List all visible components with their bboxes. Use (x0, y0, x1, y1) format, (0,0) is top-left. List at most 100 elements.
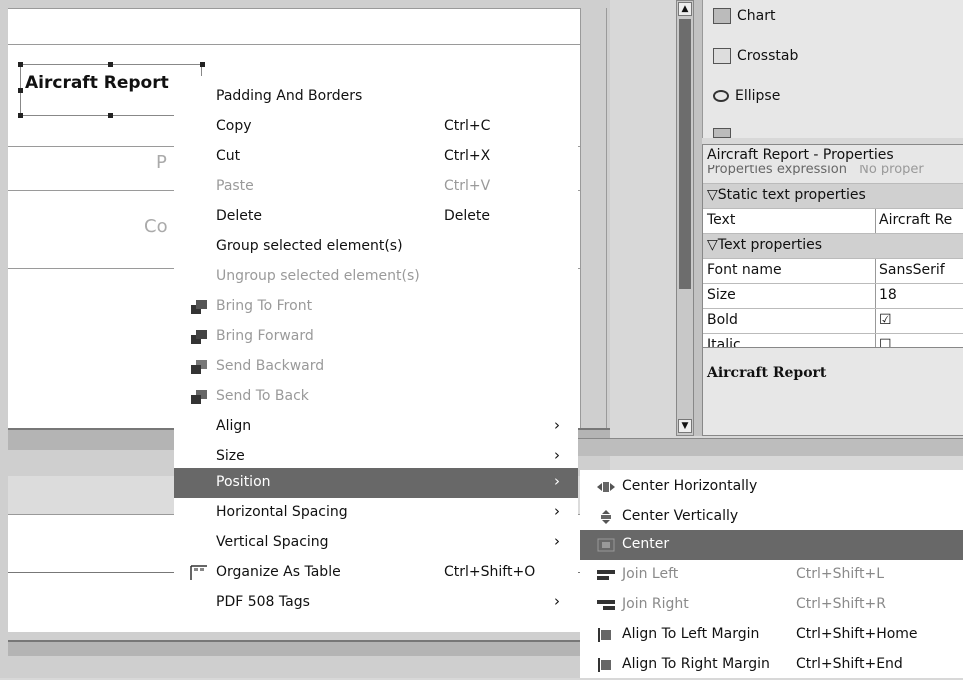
send-to-back-icon (191, 390, 207, 404)
palette-label: Ellipse (735, 88, 781, 104)
submenu-item-join-left[interactable]: Join Left Ctrl+Shift+L (580, 560, 963, 590)
palette-item-chart[interactable]: Chart (713, 4, 775, 28)
menu-item-group[interactable]: Group selected element(s) (174, 232, 578, 262)
menu-item-organize-as-table[interactable]: Organize As Table Ctrl+Shift+O (174, 558, 578, 588)
scroll-down-icon[interactable]: ▼ (678, 419, 692, 433)
submenu-arrow-icon: › (554, 416, 560, 434)
italic-checkbox[interactable]: ☐ (879, 337, 892, 347)
property-row-text[interactable]: Text Aircraft Re (703, 208, 963, 233)
band-text: P (156, 152, 167, 173)
property-key: Text (707, 212, 736, 228)
property-value[interactable]: Aircraft Re (879, 212, 952, 228)
property-value[interactable]: 18 (879, 287, 897, 303)
band-divider (8, 44, 580, 45)
submenu-arrow-icon: › (554, 592, 560, 610)
band-text: Co (144, 216, 168, 237)
panel-separator-bar[interactable] (578, 438, 963, 456)
properties-partial-row[interactable]: Properties expression No proper (707, 165, 924, 175)
band-divider (8, 8, 580, 9)
menu-item-bring-to-front[interactable]: Bring To Front (174, 292, 578, 322)
resize-handle[interactable] (108, 62, 113, 67)
section-static-text[interactable]: ▽Static text properties (703, 183, 963, 208)
property-description: Aircraft Report (707, 365, 827, 381)
bold-checkbox[interactable]: ☑ (879, 312, 892, 328)
menu-item-horizontal-spacing[interactable]: Horizontal Spacing › (174, 498, 578, 528)
property-key: Font name (707, 262, 782, 278)
organize-table-icon (190, 565, 207, 580)
menu-item-paste[interactable]: Paste Ctrl+V (174, 172, 578, 202)
property-row-italic[interactable]: Italic ☐ (703, 333, 963, 347)
submenu-item-align-right-margin[interactable]: Align To Right Margin Ctrl+Shift+End (580, 650, 963, 680)
submenu-item-join-right[interactable]: Join Right Ctrl+Shift+R (580, 590, 963, 620)
menu-item-cut[interactable]: Cut Ctrl+X (174, 142, 578, 172)
column-separator (875, 309, 876, 333)
menu-item-position[interactable]: Position › (174, 468, 578, 498)
property-row-bold[interactable]: Bold ☑ (703, 308, 963, 333)
center-vertically-icon (601, 510, 611, 524)
submenu-item-center-horizontally[interactable]: Center Horizontally (580, 472, 963, 502)
submenu-item-center-vertically[interactable]: Center Vertically (580, 502, 963, 532)
scrollbar-thumb[interactable] (679, 19, 691, 289)
menu-item-delete[interactable]: Delete Delete (174, 202, 578, 232)
column-separator (875, 334, 876, 347)
properties-title: Aircraft Report - Properties (707, 147, 894, 163)
splitter[interactable] (694, 0, 702, 436)
align-left-margin-icon (598, 628, 611, 642)
bring-forward-icon (191, 330, 207, 344)
band-area (8, 656, 610, 678)
scroll-up-icon[interactable]: ▲ (678, 2, 692, 16)
send-backward-icon (191, 360, 207, 374)
element-palette: Chart Crosstab Ellipse (702, 0, 963, 138)
property-row-font-name[interactable]: Font name SansSerif (703, 258, 963, 283)
palette-label: Crosstab (737, 48, 799, 64)
align-right-margin-icon (598, 658, 611, 672)
context-menu: Padding And Borders Copy Ctrl+C Cut Ctrl… (174, 76, 578, 626)
menu-item-align[interactable]: Align › (174, 412, 578, 442)
ellipse-icon (713, 90, 729, 102)
bring-to-front-icon (191, 300, 207, 314)
property-row-size[interactable]: Size 18 (703, 283, 963, 308)
menu-item-send-to-back[interactable]: Send To Back (174, 382, 578, 412)
static-text-content: Aircraft Report (25, 73, 169, 93)
menu-item-ungroup[interactable]: Ungroup selected element(s) (174, 262, 578, 292)
menu-item-vertical-spacing[interactable]: Vertical Spacing › (174, 528, 578, 558)
center-horizontally-icon (597, 482, 615, 492)
resize-handle[interactable] (200, 62, 205, 67)
resize-handle[interactable] (108, 113, 113, 118)
property-key: Size (707, 287, 736, 303)
page-edge-line (606, 8, 607, 428)
palette-item-crosstab[interactable]: Crosstab (713, 44, 798, 68)
submenu-arrow-icon: › (554, 532, 560, 550)
page-margin-line (580, 8, 581, 428)
menu-item-bring-forward[interactable]: Bring Forward (174, 322, 578, 352)
menu-item-copy[interactable]: Copy Ctrl+C (174, 112, 578, 142)
property-value[interactable]: SansSerif (879, 262, 945, 278)
section-text-properties[interactable]: ▽Text properties (703, 233, 963, 258)
join-left-icon (597, 570, 615, 580)
chart-icon (713, 8, 731, 24)
resize-handle[interactable] (18, 88, 23, 93)
menu-item-send-backward[interactable]: Send Backward (174, 352, 578, 382)
divider (703, 347, 963, 348)
column-separator (875, 259, 876, 283)
property-key: Bold (707, 312, 738, 328)
join-right-icon (597, 600, 615, 610)
submenu-item-center[interactable]: Center (580, 530, 963, 560)
palette-next-icon[interactable] (713, 128, 731, 138)
submenu-item-align-left-margin[interactable]: Align To Left Margin Ctrl+Shift+Home (580, 620, 963, 650)
crosstab-icon (713, 48, 731, 64)
palette-item-ellipse[interactable]: Ellipse (713, 84, 780, 108)
section-label: ▽Text properties (707, 237, 822, 253)
submenu-arrow-icon: › (554, 502, 560, 520)
column-separator (875, 209, 876, 233)
palette-label: Chart (737, 8, 776, 24)
menu-item-pdf-508-tags[interactable]: PDF 508 Tags › (174, 588, 578, 618)
band-footer-bar[interactable] (8, 640, 610, 656)
position-submenu: Center Horizontally Center Vertically Ce… (580, 470, 963, 678)
menu-item-padding-and-borders[interactable]: Padding And Borders (174, 82, 578, 112)
property-key: Italic (707, 337, 741, 347)
palette-scrollbar[interactable]: ▲ ▼ (676, 0, 694, 436)
resize-handle[interactable] (18, 113, 23, 118)
submenu-arrow-icon: › (554, 446, 560, 464)
resize-handle[interactable] (18, 62, 23, 67)
